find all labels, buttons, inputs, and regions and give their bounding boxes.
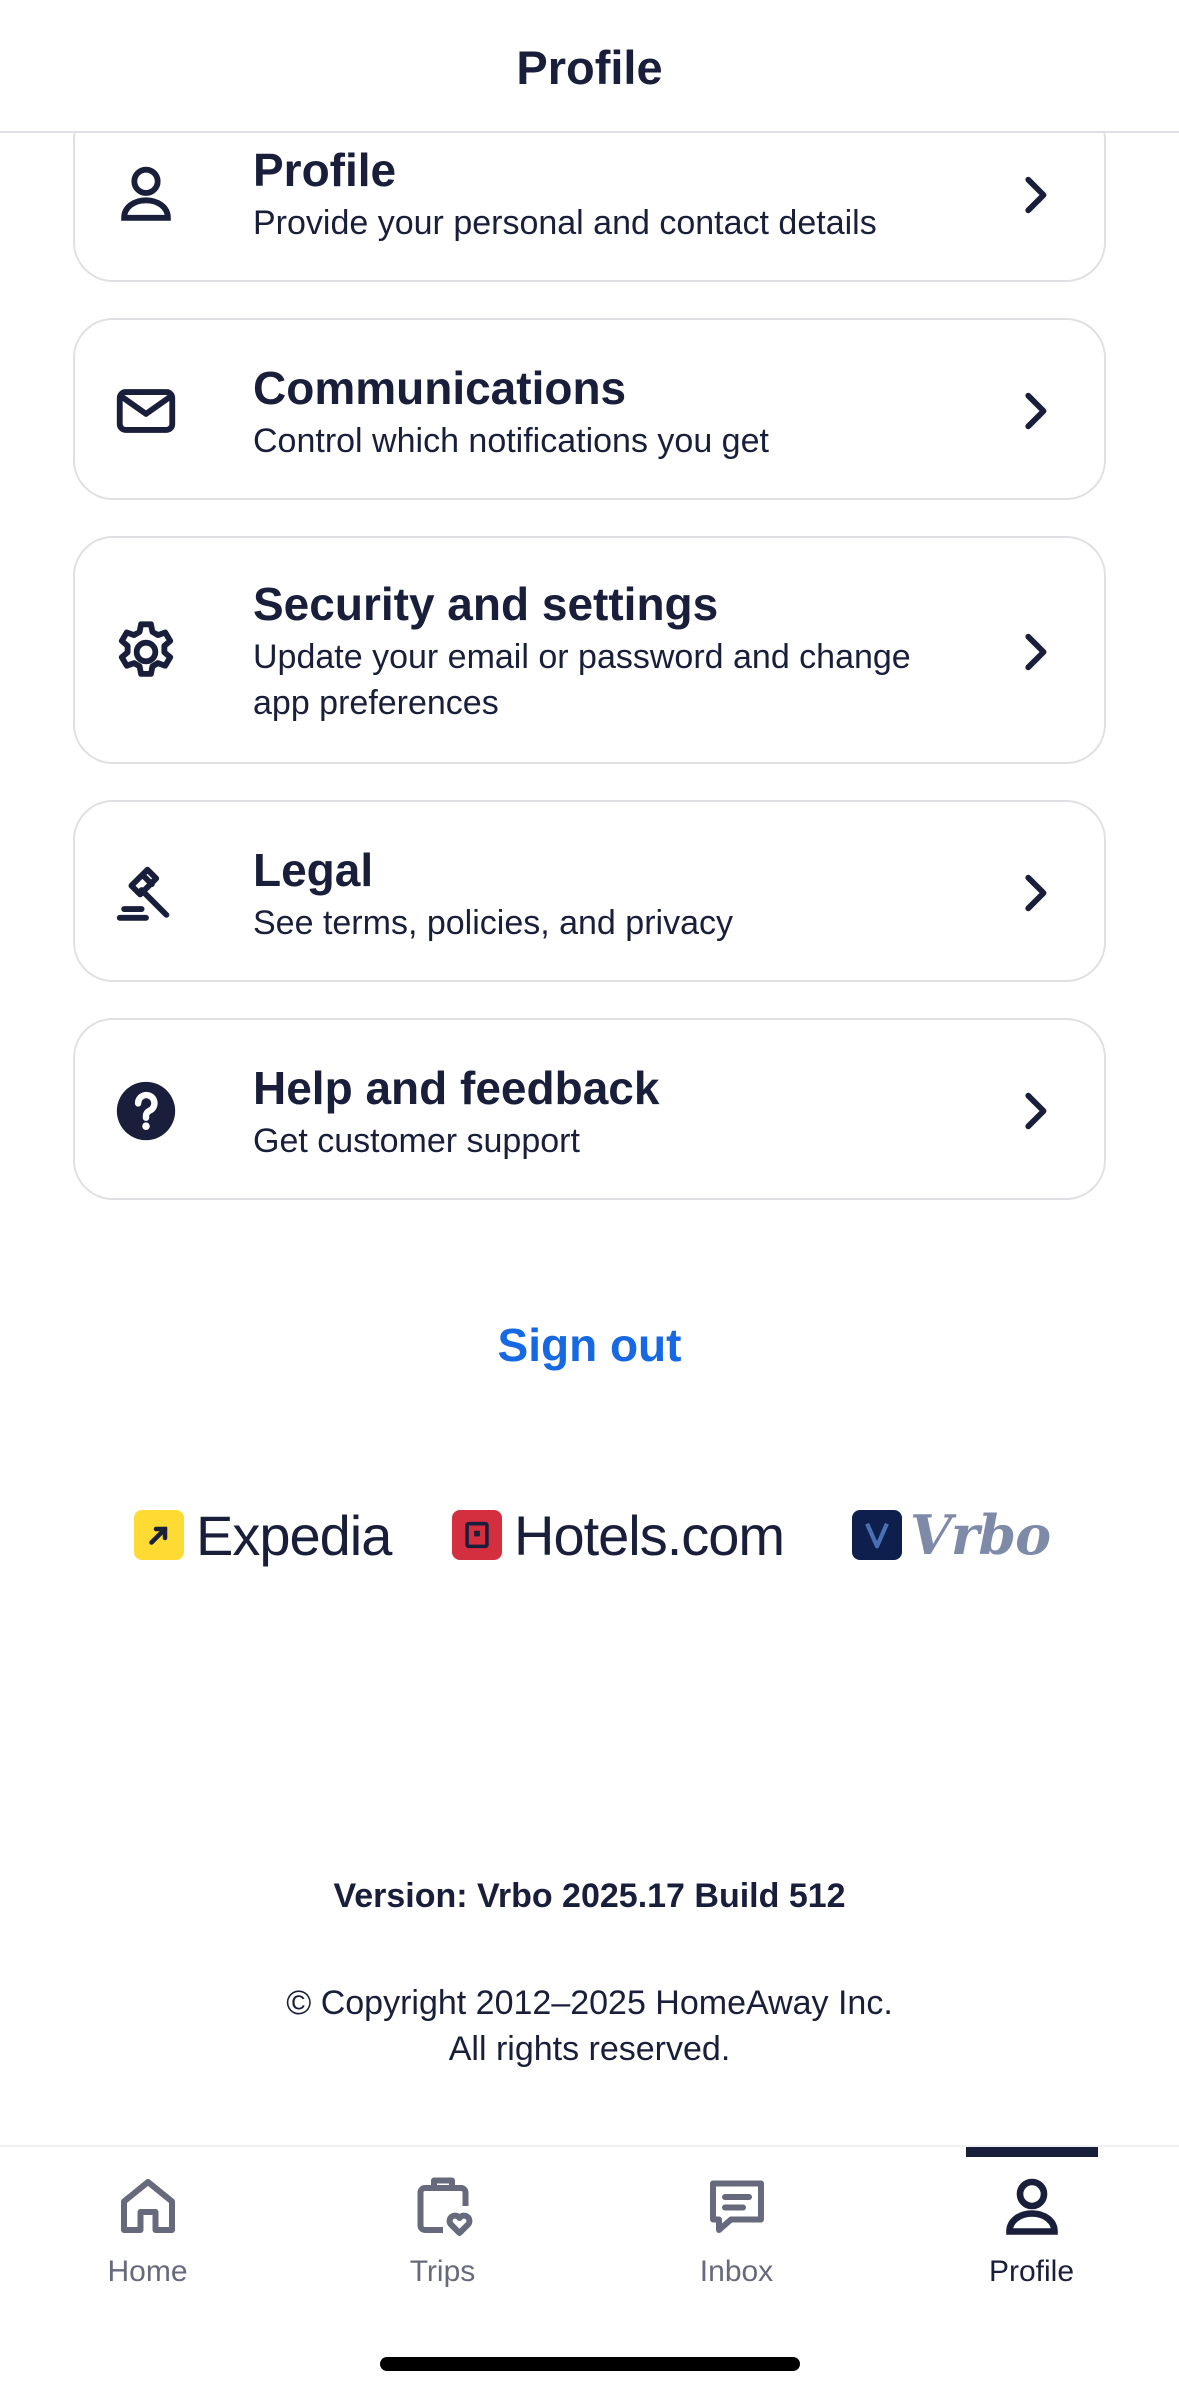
vrbo-logo: Vrbo <box>852 1500 1051 1570</box>
chevron-right-icon <box>1014 388 1054 434</box>
menu-item-communications[interactable]: Communications Control which notificatio… <box>73 318 1106 500</box>
expedia-name: Expedia <box>196 1503 392 1567</box>
chevron-right-icon <box>1014 1088 1054 1134</box>
menu-item-title: Communications <box>253 362 627 414</box>
menu-item-title: Legal <box>253 844 374 896</box>
chat-bubble-icon <box>701 2170 773 2242</box>
menu-item-help-and-feedback[interactable]: Help and feedback Get customer support <box>73 1018 1106 1200</box>
tab-label: Profile <box>988 2255 1075 2288</box>
person-icon <box>996 2170 1068 2242</box>
sign-out-button[interactable]: Sign out <box>0 1318 1179 1372</box>
app-version: Version: Vrbo 2025.17 Build 512 <box>333 1877 846 1915</box>
luggage-heart-icon <box>407 2170 479 2242</box>
menu-item-title: Security and settings <box>253 578 719 630</box>
menu-item-security-and-settings[interactable]: Security and settings Update your email … <box>73 536 1106 764</box>
brand-logos: Expedia Hotels.com Vrbo <box>0 1500 1179 1570</box>
menu-item-title: Profile <box>253 144 397 196</box>
tab-label: Trips <box>409 2255 476 2288</box>
envelope-icon <box>111 376 181 446</box>
vrbo-name: Vrbo <box>910 1503 1051 1567</box>
menu-item-legal[interactable]: Legal See terms, policies, and privacy <box>73 800 1106 982</box>
person-icon <box>111 158 181 228</box>
copyright-line-1: © Copyright 2012–2025 HomeAway Inc. <box>286 1984 893 2022</box>
home-indicator <box>380 2357 800 2371</box>
chevron-right-icon <box>1014 172 1054 218</box>
top-bar: Profile <box>0 0 1179 133</box>
tab-label: Home <box>107 2255 188 2288</box>
menu-item-subtitle: See terms, policies, and privacy <box>253 904 733 942</box>
menu-item-title: Help and feedback <box>253 1062 660 1114</box>
tab-inbox[interactable]: Inbox <box>589 2147 884 2297</box>
menu-item-subtitle: Control which notifications you get <box>253 422 769 460</box>
copyright-line-2: All rights reserved. <box>448 2030 731 2068</box>
chevron-right-icon <box>1014 870 1054 916</box>
menu-item-subtitle: Update your email or password and change… <box>253 638 911 722</box>
home-icon <box>112 2170 184 2242</box>
hotels-mark-icon <box>452 1510 502 1560</box>
help-circle-icon <box>111 1076 181 1146</box>
tab-home[interactable]: Home <box>0 2147 295 2297</box>
chevron-right-icon <box>1014 629 1054 675</box>
expedia-mark-icon <box>134 1510 184 1560</box>
tab-label: Inbox <box>699 2255 774 2288</box>
vrbo-mark-icon <box>852 1510 902 1560</box>
page-title: Profile <box>516 41 663 94</box>
gavel-icon <box>111 858 181 928</box>
tab-profile[interactable]: Profile <box>884 2147 1179 2297</box>
menu-item-subtitle: Get customer support <box>253 1122 580 1160</box>
menu-item-subtitle: Provide your personal and contact detail… <box>253 204 877 242</box>
expedia-logo: Expedia <box>134 1500 392 1570</box>
copyright: © Copyright 2012–2025 HomeAway Inc. All … <box>0 1980 1179 2072</box>
gear-icon <box>111 617 181 687</box>
active-tab-indicator <box>965 2147 1098 2157</box>
hotels-com-logo: Hotels.com <box>452 1500 785 1570</box>
hotels-name: Hotels.com <box>514 1503 785 1567</box>
tab-trips[interactable]: Trips <box>295 2147 590 2297</box>
